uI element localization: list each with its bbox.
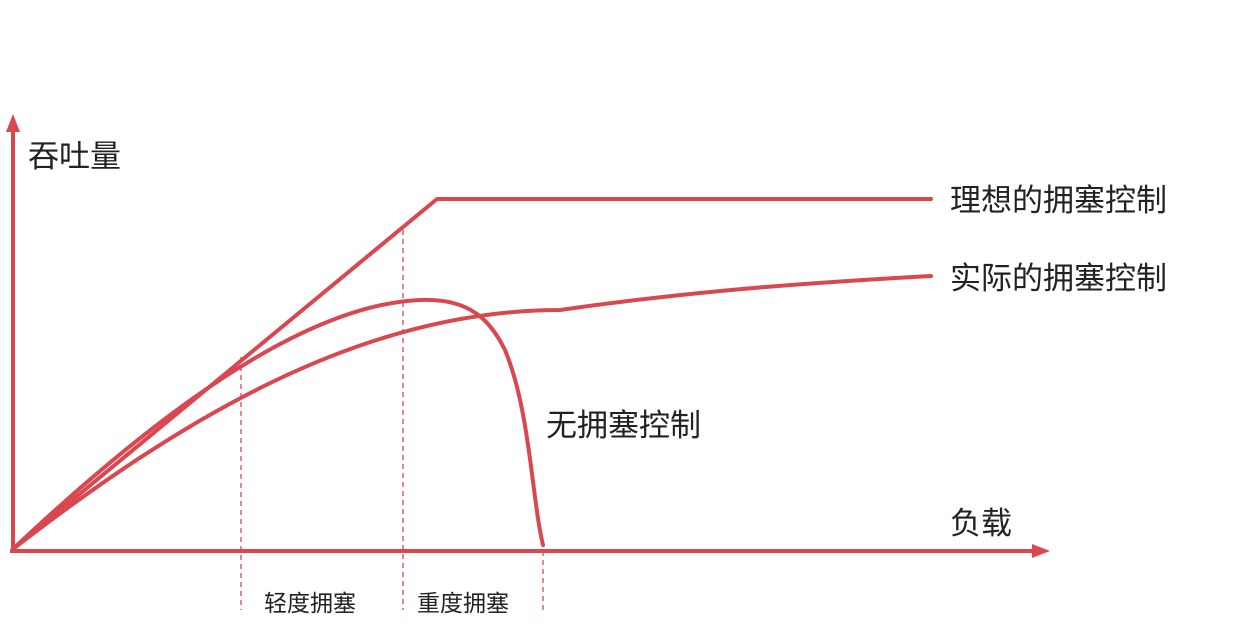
no-congestion-control-curve [11,297,545,551]
light-congestion-label: 轻度拥塞 [264,591,356,617]
actual-curve-label: 实际的拥塞控制 [950,261,1167,297]
y-axis-arrowhead [6,114,20,132]
y-axis-label: 吞吐量 [28,139,121,175]
no-control-curve-label: 无拥塞控制 [546,408,701,444]
ideal-curve-label: 理想的拥塞控制 [950,183,1167,219]
congestion-control-diagram: 吞吐量 负载 理想的拥塞控制 实际的拥塞控制 无拥塞控制 轻度拥塞 重度拥塞 [6,114,1167,617]
heavy-congestion-label: 重度拥塞 [417,591,509,617]
actual-congestion-control-curve [11,274,933,551]
x-axis-label: 负载 [950,506,1012,542]
ideal-congestion-control-curve [11,197,933,551]
x-axis-arrowhead [1032,544,1050,558]
